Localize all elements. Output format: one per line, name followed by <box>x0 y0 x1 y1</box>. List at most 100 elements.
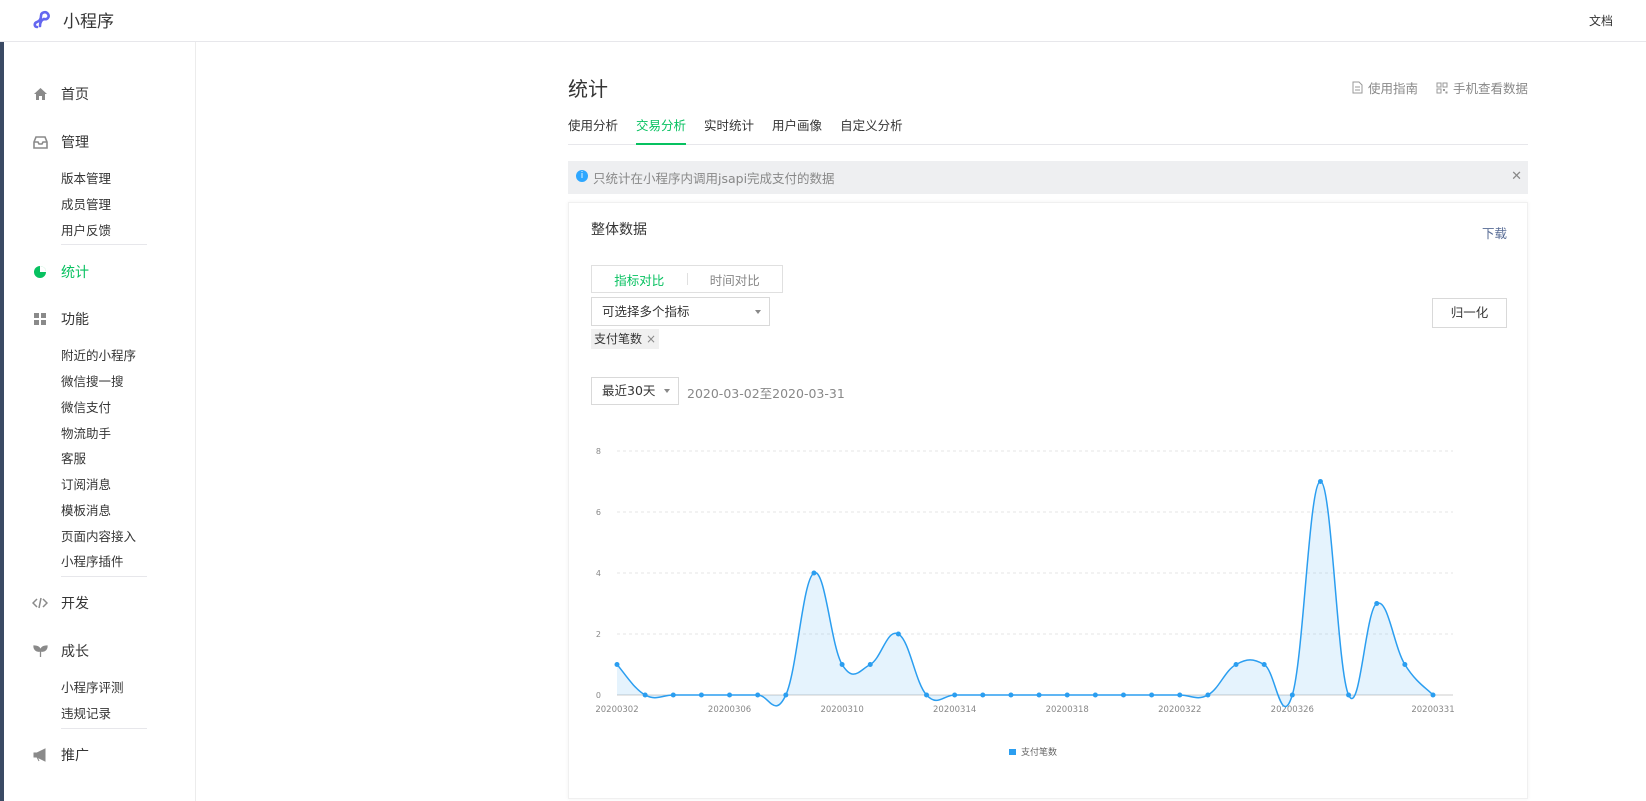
metric-select-placeholder: 可选择多个指标 <box>602 304 690 319</box>
sidebar-item-template[interactable]: 模板消息 <box>61 500 111 519</box>
data-point <box>895 631 901 637</box>
doc-link[interactable]: 文档 <box>1589 12 1613 29</box>
x-tick-label: 20200310 <box>820 705 863 715</box>
sidebar-item-develop[interactable]: 开发 <box>32 593 89 613</box>
y-tick-label: 0 <box>596 691 601 700</box>
qrcode-icon <box>1436 82 1448 93</box>
data-point <box>1036 692 1042 698</box>
sidebar-item-label: 首页 <box>61 87 89 103</box>
data-point <box>1177 692 1183 698</box>
sidebar-item-features[interactable]: 功能 <box>32 309 89 329</box>
app-name: 小程序 <box>63 12 114 32</box>
x-tick-label: 20200306 <box>708 705 751 715</box>
data-point <box>783 692 789 698</box>
date-range-select[interactable]: 最近30天 <box>591 377 679 405</box>
date-range-select-value: 最近30天 <box>602 383 656 398</box>
chevron-down-icon <box>664 389 670 393</box>
x-tick-label: 20200322 <box>1158 705 1201 715</box>
megaphone-icon <box>32 747 48 763</box>
tab-realtime[interactable]: 实时统计 <box>704 114 754 145</box>
data-point <box>670 692 676 698</box>
guide-link[interactable]: 使用指南 <box>1352 78 1418 97</box>
sidebar-item-violations[interactable]: 违规记录 <box>61 703 111 722</box>
data-point <box>1317 479 1323 484</box>
pie-chart-icon <box>32 264 48 280</box>
data-point <box>952 692 958 698</box>
chart-legend[interactable]: 支付笔数 <box>1009 745 1057 758</box>
data-point <box>980 692 986 698</box>
metric-select[interactable]: 可选择多个指标 <box>591 297 770 326</box>
sidebar-item-feedback[interactable]: 用户反馈 <box>61 220 111 239</box>
x-tick-label: 20200326 <box>1271 705 1314 715</box>
inbox-icon <box>32 134 48 150</box>
data-point <box>1346 692 1352 698</box>
sidebar-item-evaluate[interactable]: 小程序评测 <box>61 677 124 696</box>
y-tick-label: 4 <box>596 569 601 578</box>
notice-text: 只统计在小程序内调用jsapi完成支付的数据 <box>593 171 835 186</box>
divider <box>61 728 147 729</box>
data-point <box>1064 692 1070 698</box>
sidebar-item-members[interactable]: 成员管理 <box>61 194 111 213</box>
download-link[interactable]: 下载 <box>1482 223 1507 242</box>
sidebar-item-subscribe[interactable]: 订阅消息 <box>61 474 111 493</box>
mobile-view-link[interactable]: 手机查看数据 <box>1436 78 1528 97</box>
sidebar-item-version[interactable]: 版本管理 <box>61 168 111 187</box>
data-point <box>1149 692 1155 698</box>
divider <box>61 244 147 245</box>
time-compare-option[interactable]: 时间对比 <box>688 270 783 289</box>
data-point <box>924 692 930 698</box>
sidebar-item-home[interactable]: 首页 <box>32 84 89 104</box>
y-tick-label: 6 <box>596 508 601 517</box>
tab-portrait[interactable]: 用户画像 <box>772 114 822 145</box>
tab-trade[interactable]: 交易分析 <box>636 114 687 145</box>
data-point <box>839 662 845 667</box>
guide-label: 使用指南 <box>1367 81 1418 96</box>
sidebar-item-pay[interactable]: 微信支付 <box>61 397 111 416</box>
sidebar-item-service[interactable]: 客服 <box>61 448 86 467</box>
code-icon <box>32 595 48 611</box>
divider <box>61 576 147 577</box>
data-point <box>1008 692 1014 698</box>
sidebar-item-logistics[interactable]: 物流助手 <box>61 423 111 442</box>
close-icon[interactable]: ✕ <box>1511 169 1522 184</box>
metric-tag: 支付笔数 × <box>591 329 660 349</box>
page-title: 统计 <box>568 77 608 101</box>
legend-label: 支付笔数 <box>1021 748 1058 758</box>
x-tick-label: 20200318 <box>1046 705 1089 715</box>
chevron-down-icon <box>755 310 761 314</box>
data-point <box>867 662 873 667</box>
data-point <box>1289 692 1295 698</box>
data-point <box>1430 692 1436 698</box>
data-point <box>1261 662 1267 667</box>
chart-container: 0 2 4 6 8 20200302 20200306 20200310 20200314 202… <box>577 427 1517 757</box>
sidebar-item-stats[interactable]: 统计 <box>32 262 89 282</box>
data-point <box>1120 692 1126 698</box>
data-point <box>1092 692 1098 698</box>
sidebar-item-growth[interactable]: 成长 <box>32 641 89 661</box>
sidebar-item-plugin[interactable]: 小程序插件 <box>61 551 124 570</box>
sidebar-item-nearby[interactable]: 附近的小程序 <box>61 345 136 364</box>
x-tick-label: 20200331 <box>1411 705 1454 715</box>
tab-usage[interactable]: 使用分析 <box>568 114 618 145</box>
document-icon <box>1352 81 1363 94</box>
mobile-view-label: 手机查看数据 <box>1452 81 1528 96</box>
sidebar-item-manage[interactable]: 管理 <box>32 132 89 152</box>
tab-custom[interactable]: 自定义分析 <box>840 114 903 145</box>
sidebar-item-content[interactable]: 页面内容接入 <box>61 526 136 545</box>
data-point <box>642 692 648 698</box>
sidebar-item-promote[interactable]: 推广 <box>32 745 89 765</box>
trade-line-chart: 0 2 4 6 8 20200302 20200306 20200310 20200314 202… <box>595 447 1454 715</box>
logo[interactable]: 小程序 <box>33 7 114 32</box>
date-range-text: 2020-03-02至2020-03-31 <box>687 386 845 401</box>
data-point <box>614 662 620 667</box>
remove-tag-icon[interactable]: × <box>646 329 656 349</box>
data-point <box>1233 662 1239 667</box>
sidebar: 首页 管理 版本管理 成员管理 用户反馈 统计 功能 附近的小程序 微信搜一搜 … <box>4 42 196 801</box>
compare-mode-toggle: 指标对比 时间对比 <box>591 265 783 293</box>
y-tick-label: 8 <box>596 447 601 456</box>
sidebar-item-search[interactable]: 微信搜一搜 <box>61 371 124 390</box>
home-icon <box>32 86 48 102</box>
sidebar-item-label: 成长 <box>61 644 89 660</box>
normalize-button[interactable]: 归一化 <box>1432 298 1507 328</box>
metric-compare-option[interactable]: 指标对比 <box>592 270 687 289</box>
